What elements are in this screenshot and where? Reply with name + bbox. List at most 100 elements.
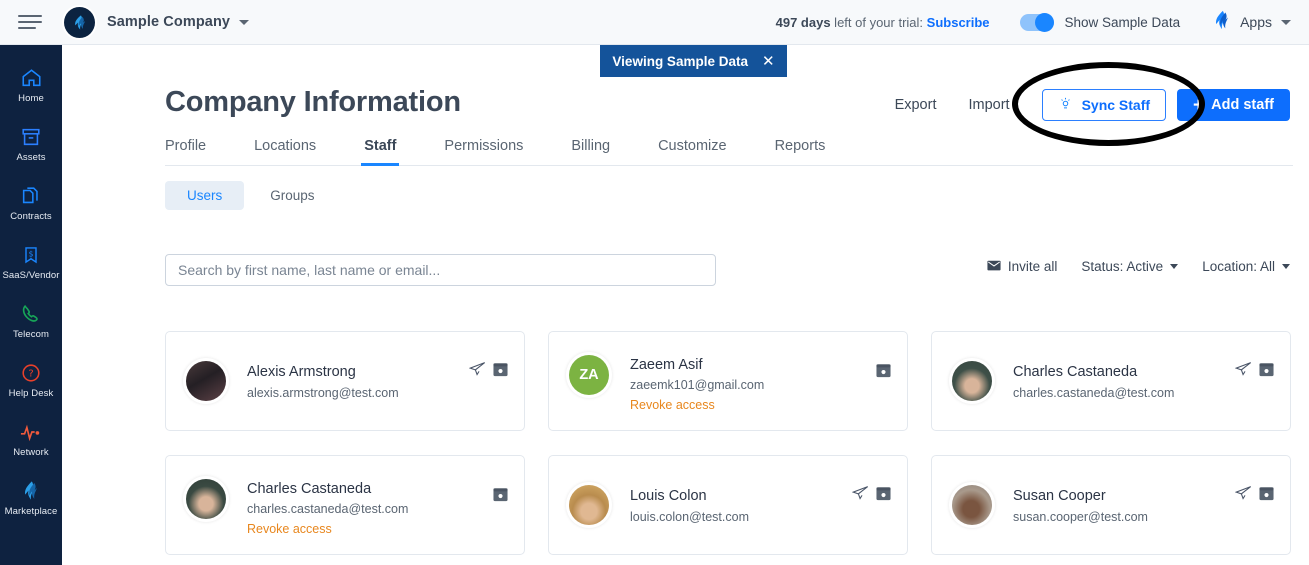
subscribe-link[interactable]: Subscribe [927, 15, 990, 30]
main-content: Company Information Export Import Sync S… [62, 45, 1309, 565]
help-desk-question-icon: ? [20, 361, 42, 385]
company-logo-icon[interactable] [64, 6, 95, 38]
sidebar-item-label: Home [18, 92, 44, 104]
send-invite-icon[interactable] [851, 485, 869, 506]
plus-icon: + [1193, 94, 1205, 116]
user-email: charles.castaneda@test.com [1013, 385, 1175, 400]
archive-icon[interactable] [876, 363, 891, 383]
apps-menu[interactable]: Apps [1212, 9, 1291, 36]
tab-permissions[interactable]: Permissions [444, 138, 523, 165]
user-email: zaeemk101@gmail.com [630, 378, 765, 393]
sample-banner-label: Viewing Sample Data [612, 53, 748, 69]
trial-suffix: left of your trial: [830, 14, 927, 30]
sidebar-item-label: Telecom [12, 328, 50, 340]
svg-text:?: ? [28, 368, 33, 379]
subtab-users[interactable]: Users [165, 181, 245, 210]
send-invite-icon[interactable] [468, 361, 486, 382]
import-button[interactable]: Import [952, 97, 1025, 113]
assets-box-icon [20, 125, 42, 149]
avatar-initials: ZA [579, 367, 599, 383]
close-icon[interactable]: ✕ [762, 54, 775, 69]
table-row[interactable]: ZA Zaeem Asif zaeemk101@gmail.com Revoke… [548, 331, 908, 431]
subtab-groups[interactable]: Groups [248, 181, 336, 210]
user-name: Susan Cooper [1013, 488, 1106, 505]
user-name: Zaeem Asif [630, 357, 703, 373]
table-row[interactable]: Susan Cooper susan.cooper@test.com [931, 455, 1291, 555]
revoke-access-link[interactable]: Revoke access [247, 522, 408, 536]
add-staff-label: Add staff [1211, 97, 1274, 113]
show-sample-data-label: Show Sample Data [1064, 14, 1181, 30]
send-invite-icon[interactable] [1234, 485, 1252, 506]
tab-reports[interactable]: Reports [775, 138, 826, 165]
avatar [952, 361, 992, 401]
table-row[interactable]: Charles Castaneda charles.castaneda@test… [165, 455, 525, 555]
sync-staff-button[interactable]: Sync Staff [1041, 89, 1167, 121]
top-bar-right: 497 days left of your trial: Subscribe S… [776, 9, 1309, 36]
table-row[interactable]: Charles Castaneda charles.castaneda@test… [931, 331, 1291, 431]
invite-all-label: Invite all [1007, 259, 1058, 274]
table-row[interactable]: Louis Colon louis.colon@test.com [548, 455, 908, 555]
left-sidebar: Home Assets Contracts $ SaaS/Vendor Tele… [0, 45, 62, 565]
archive-icon[interactable] [493, 487, 508, 507]
table-row[interactable]: Alexis Armstrong alexis.armstrong@test.c… [165, 331, 525, 431]
user-name: Charles Castaneda [247, 481, 372, 497]
contracts-document-icon [20, 184, 42, 208]
user-info: Louis Colon louis.colon@test.com [630, 486, 749, 523]
user-name: Louis Colon [630, 488, 707, 505]
archive-icon[interactable] [876, 486, 891, 506]
invite-all-button[interactable]: Invite all [987, 259, 1058, 274]
avatar [186, 361, 226, 401]
svg-text:$: $ [29, 249, 34, 258]
user-name: Charles Castaneda [1013, 364, 1138, 381]
user-email: louis.colon@test.com [630, 509, 749, 524]
tab-billing[interactable]: Billing [571, 138, 610, 165]
sidebar-item-marketplace[interactable]: Marketplace [0, 468, 62, 527]
sidebar-item-label: Network [13, 446, 49, 458]
secondary-tabs: Users Groups [165, 181, 337, 210]
sidebar-item-help-desk[interactable]: ? Help Desk [0, 350, 62, 409]
tab-profile[interactable]: Profile [165, 138, 206, 165]
user-email: susan.cooper@test.com [1013, 509, 1148, 524]
location-filter-label: Location: All [1202, 259, 1275, 274]
user-info: Charles Castaneda charles.castaneda@test… [247, 479, 408, 536]
send-invite-icon[interactable] [1234, 361, 1252, 382]
tab-locations[interactable]: Locations [254, 138, 316, 165]
sidebar-item-label: Help Desk [8, 387, 54, 399]
avatar [952, 485, 992, 525]
page-title: Company Information [165, 86, 461, 118]
archive-icon[interactable] [1259, 486, 1274, 506]
avatar [186, 479, 226, 519]
search-input[interactable] [165, 254, 716, 286]
sidebar-item-contracts[interactable]: Contracts [0, 173, 62, 232]
sidebar-item-home[interactable]: Home [0, 55, 62, 114]
card-actions [851, 485, 891, 506]
sidebar-item-network[interactable]: Network [0, 409, 62, 468]
sidebar-item-assets[interactable]: Assets [0, 114, 62, 173]
home-icon [20, 66, 43, 90]
top-bar: Sample Company 497 days left of your tri… [0, 0, 1309, 45]
chevron-down-icon [1170, 264, 1179, 269]
envelope-icon [987, 259, 1001, 274]
card-actions [468, 361, 508, 382]
sidebar-item-saas-vendor[interactable]: $ SaaS/Vendor [0, 232, 62, 291]
add-staff-button[interactable]: + Add staff [1177, 89, 1290, 121]
chevron-down-icon[interactable] [239, 19, 250, 25]
user-cards-grid: Alexis Armstrong alexis.armstrong@test.c… [165, 331, 1309, 555]
tab-customize[interactable]: Customize [658, 138, 727, 165]
tab-staff[interactable]: Staff [361, 138, 400, 166]
revoke-access-link[interactable]: Revoke access [630, 398, 764, 412]
apps-chevron-down-icon[interactable] [1281, 19, 1291, 25]
export-button[interactable]: Export [879, 97, 953, 113]
user-email: charles.castaneda@test.com [247, 502, 409, 517]
status-filter[interactable]: Status: Active [1081, 259, 1179, 274]
header-actions: Export Import Sync Staff + Add staff [879, 89, 1290, 121]
show-sample-data-toggle[interactable] [1019, 12, 1054, 32]
archive-icon[interactable] [1259, 362, 1274, 382]
hamburger-menu-icon[interactable] [18, 9, 44, 35]
sidebar-item-telecom[interactable]: Telecom [0, 291, 62, 350]
lightbulb-idea-icon [1058, 96, 1073, 114]
company-name-label[interactable]: Sample Company [107, 14, 230, 30]
location-filter[interactable]: Location: All [1202, 259, 1290, 274]
archive-icon[interactable] [493, 362, 508, 382]
avatar [569, 485, 609, 525]
